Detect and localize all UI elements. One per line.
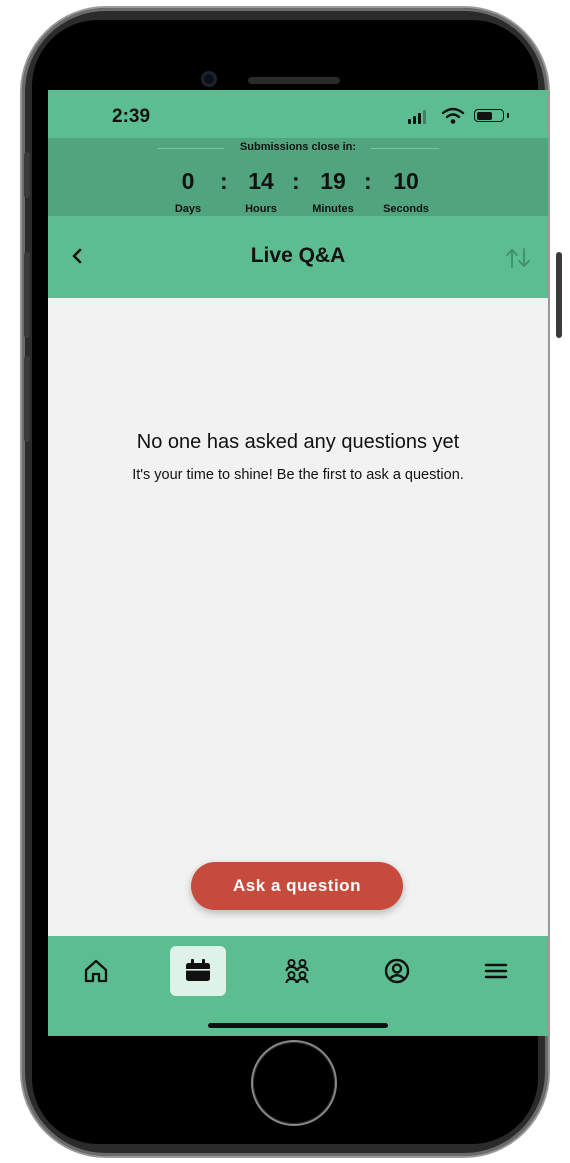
tab-attendees[interactable] — [269, 946, 325, 996]
calendar-icon — [186, 959, 210, 981]
tab-menu[interactable] — [468, 946, 524, 996]
status-bar: 2:39 — [48, 90, 548, 138]
countdown-hours-value: 14 — [248, 168, 274, 194]
countdown-hours-label: Hours — [245, 203, 277, 215]
people-icon — [285, 959, 309, 984]
home-icon — [84, 959, 108, 983]
wifi-icon — [441, 107, 465, 124]
countdown-seconds-label: Seconds — [383, 203, 429, 215]
power-button — [556, 252, 562, 338]
ask-question-button[interactable]: Ask a question — [191, 862, 403, 910]
home-button[interactable] — [253, 1042, 335, 1124]
bottom-tab-bar — [48, 936, 548, 1036]
battery-icon — [474, 109, 504, 122]
page-title: Live Q&A — [250, 244, 346, 267]
tab-home[interactable] — [68, 946, 124, 996]
submission-countdown: Submissions close in: 0 : 14 : 19 : 10 D… — [48, 138, 548, 216]
countdown-title: Submissions close in: — [239, 141, 357, 153]
countdown-separator: : — [364, 168, 372, 194]
volume-up-button — [24, 252, 30, 338]
volume-down-button — [24, 356, 30, 442]
tab-schedule[interactable] — [170, 946, 226, 996]
home-indicator — [208, 1023, 388, 1028]
countdown-minutes-value: 19 — [320, 168, 346, 194]
speaker-grille — [248, 77, 340, 84]
countdown-separator: : — [292, 168, 300, 194]
tab-profile[interactable] — [369, 946, 425, 996]
countdown-days-label: Days — [174, 203, 202, 215]
profile-icon — [384, 958, 410, 984]
battery-tip — [507, 113, 509, 118]
menu-icon — [484, 963, 508, 979]
empty-state-title: No one has asked any questions yet — [136, 431, 460, 453]
empty-state-subtitle: It's your time to shine! Be the first to… — [132, 467, 464, 483]
countdown-minutes-label: Minutes — [312, 203, 354, 215]
countdown-seconds-value: 10 — [393, 168, 419, 194]
app-screen: 2:39 Submissions close in: 0 : 14 : 19 :… — [48, 90, 548, 1036]
countdown-days-value: 0 — [181, 168, 195, 194]
sort-arrows-icon[interactable] — [504, 247, 532, 269]
silent-switch — [24, 152, 30, 198]
signal-icon — [408, 108, 426, 124]
nav-header: Live Q&A — [48, 216, 548, 298]
countdown-separator: : — [220, 168, 228, 194]
camera-icon — [201, 71, 217, 87]
status-time: 2:39 — [112, 106, 151, 127]
